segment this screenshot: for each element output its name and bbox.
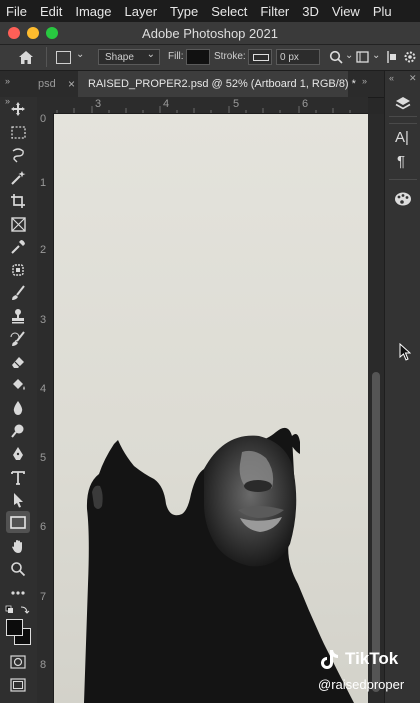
quick-mask-icon[interactable] xyxy=(6,652,30,672)
healing-brush-tool-icon[interactable] xyxy=(6,260,30,280)
tool-preset-picker[interactable]: ⌄ xyxy=(54,49,88,64)
menu-view[interactable]: View xyxy=(326,4,360,19)
ruler-tick-label: 1 xyxy=(40,177,47,189)
ruler-tick-label: 0 xyxy=(40,113,47,125)
menu-type[interactable]: Type xyxy=(164,4,198,19)
window-title: Adobe Photoshop 2021 xyxy=(142,26,278,41)
chevron-down-icon: ⌄ xyxy=(345,50,354,61)
eraser-tool-icon[interactable] xyxy=(6,352,30,372)
menu-plugins[interactable]: Plu xyxy=(367,4,392,19)
collapse-panels-icon[interactable]: « xyxy=(389,73,394,83)
more-tools-icon[interactable] xyxy=(6,583,30,603)
foreground-color-swatch[interactable] xyxy=(6,619,23,636)
path-selection-tool-icon[interactable] xyxy=(6,490,30,510)
path-arrangement-icon[interactable] xyxy=(386,50,398,64)
path-alignment-icon[interactable] xyxy=(356,51,369,63)
dodge-tool-icon[interactable] xyxy=(6,421,30,441)
ruler-tick-label: 8 xyxy=(40,659,47,671)
pen-tool-icon[interactable] xyxy=(6,444,30,464)
vertical-ruler: 0 1 2 3 4 5 6 7 8 xyxy=(37,113,54,703)
document-tab-bar: » psd × RAISED_PROPER2.psd @ 52% (Artboa… xyxy=(0,71,420,98)
document-tab-prev[interactable]: psd xyxy=(38,78,56,90)
magic-wand-tool-icon[interactable] xyxy=(6,168,30,188)
menu-bar: File Edit Image Layer Type Select Filter… xyxy=(0,0,420,22)
panel-dock: « ✕ A| ¶ xyxy=(384,71,420,703)
menu-3d[interactable]: 3D xyxy=(296,4,319,19)
ruler-tick-label: 2 xyxy=(40,244,47,256)
ruler-tick-label: 3 xyxy=(40,314,47,326)
close-tab-icon[interactable]: × xyxy=(68,77,75,91)
fill-label: Fill: xyxy=(168,51,184,62)
close-panel-icon[interactable]: ✕ xyxy=(409,73,417,84)
artboard[interactable] xyxy=(54,114,368,703)
default-colors-icon[interactable] xyxy=(5,604,31,616)
lasso-tool-icon[interactable] xyxy=(6,145,30,165)
clone-stamp-tool-icon[interactable] xyxy=(6,306,30,326)
hand-tool-icon[interactable] xyxy=(6,536,30,556)
watermark-handle: @raisedproper xyxy=(318,677,405,692)
color-swatches[interactable] xyxy=(6,619,32,645)
menu-file[interactable]: File xyxy=(0,4,27,19)
gear-icon[interactable] xyxy=(403,50,418,64)
history-brush-tool-icon[interactable] xyxy=(6,329,30,349)
move-tool-icon[interactable] xyxy=(6,99,30,119)
paragraph-panel-icon[interactable]: ¶ xyxy=(397,153,405,170)
stroke-label: Stroke: xyxy=(214,51,246,62)
home-icon[interactable] xyxy=(18,50,34,65)
blur-tool-icon[interactable] xyxy=(6,398,30,418)
scrollbar-thumb[interactable] xyxy=(372,372,380,692)
chevron-down-icon: ⌄ xyxy=(76,49,85,60)
mouse-cursor-icon xyxy=(399,343,411,361)
watermark: TikTok @raisedproper xyxy=(318,646,420,698)
marquee-tool-icon[interactable] xyxy=(6,122,30,142)
stroke-swatch[interactable] xyxy=(248,49,272,65)
character-panel-icon[interactable]: A| xyxy=(395,129,409,146)
ruler-tick-label: 4 xyxy=(40,383,47,395)
zoom-tool-icon[interactable] xyxy=(6,559,30,579)
expand-tabs-icon[interactable]: » xyxy=(362,76,367,86)
horizontal-ruler: 3 4 5 6 xyxy=(37,97,368,114)
stroke-width-value: 0 px xyxy=(280,52,299,63)
search-icon[interactable] xyxy=(329,50,343,64)
title-bar: Adobe Photoshop 2021 xyxy=(0,22,420,45)
vertical-scrollbar[interactable] xyxy=(368,114,384,703)
menu-select[interactable]: Select xyxy=(205,4,247,19)
layers-icon[interactable] xyxy=(394,95,412,113)
fill-swatch[interactable] xyxy=(186,49,210,65)
tool-mode-select[interactable]: Shape ⌄ xyxy=(98,49,160,65)
chevron-down-icon: ⌄ xyxy=(372,50,381,61)
options-bar: ⌄ Shape ⌄ Fill: Stroke: 0 px ⌄ ⌄ xyxy=(0,45,420,71)
frame-tool-icon[interactable] xyxy=(6,214,30,234)
paint-bucket-tool-icon[interactable] xyxy=(6,375,30,395)
menu-edit[interactable]: Edit xyxy=(34,4,62,19)
portrait-silhouette xyxy=(84,427,354,703)
menu-image[interactable]: Image xyxy=(69,4,111,19)
ruler-tick-label: 7 xyxy=(40,591,47,603)
swatches-palette-icon[interactable] xyxy=(394,191,412,207)
chevron-down-icon: ⌄ xyxy=(146,49,155,60)
screen-mode-icon[interactable] xyxy=(6,675,30,695)
tool-mode-value: Shape xyxy=(105,52,134,63)
document-tab-active[interactable]: × RAISED_PROPER2.psd @ 52% (Artboard 1, … xyxy=(68,71,356,97)
tiktok-logo-icon xyxy=(321,650,338,669)
crop-tool-icon[interactable] xyxy=(6,191,30,211)
type-tool-icon[interactable] xyxy=(6,467,30,487)
watermark-brand: TikTok xyxy=(345,649,399,668)
ruler-tick-label: 5 xyxy=(40,452,47,464)
menu-filter[interactable]: Filter xyxy=(254,4,289,19)
brush-tool-icon[interactable] xyxy=(6,283,30,303)
ruler-tick-label: 6 xyxy=(40,521,47,533)
rectangle-tool-icon[interactable] xyxy=(6,511,30,533)
expand-panels-icon[interactable]: » xyxy=(5,76,10,86)
eyedropper-tool-icon[interactable] xyxy=(6,237,30,257)
stroke-width-field[interactable]: 0 px xyxy=(276,49,320,65)
document-tab-title: RAISED_PROPER2.psd @ 52% (Artboard 1, RG… xyxy=(88,78,356,90)
tools-panel: » xyxy=(0,96,38,703)
canvas-area[interactable] xyxy=(54,114,368,703)
menu-layer[interactable]: Layer xyxy=(119,4,158,19)
